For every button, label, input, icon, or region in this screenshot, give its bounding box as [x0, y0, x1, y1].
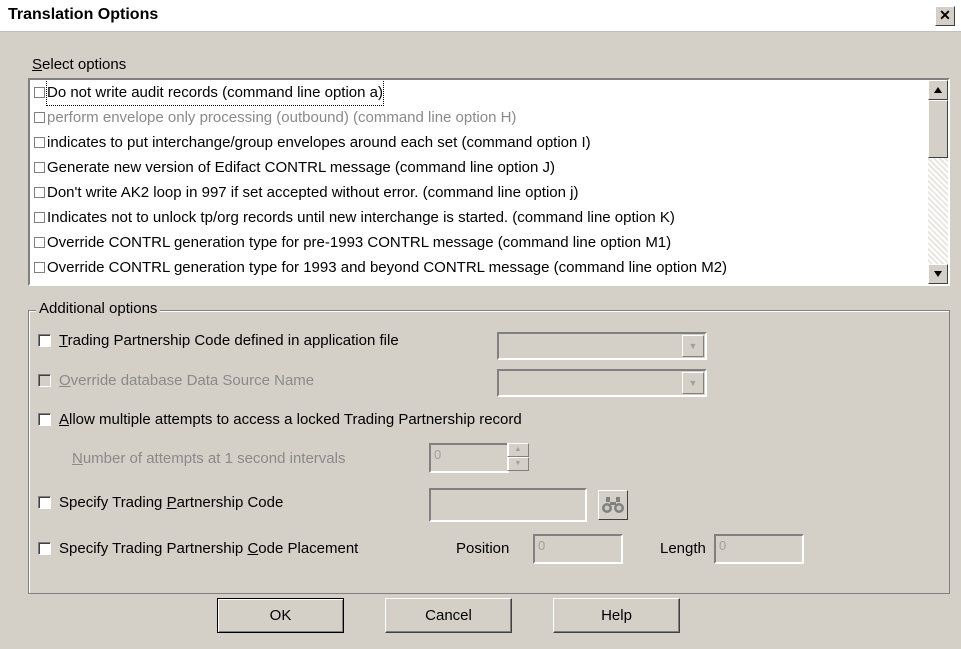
- specify-tp-checkbox[interactable]: Specify Trading Partnership Code: [38, 494, 283, 511]
- override-dsn-combo[interactable]: ▼: [497, 369, 707, 397]
- chevron-down-icon[interactable]: ▼: [682, 372, 704, 394]
- checkbox-box[interactable]: [38, 413, 51, 426]
- list-item[interactable]: perform envelope only processing (outbou…: [30, 105, 928, 130]
- select-options-label: Select options: [32, 56, 127, 73]
- help-button[interactable]: Help: [553, 598, 680, 633]
- chevron-down-icon[interactable]: ▼: [682, 335, 704, 357]
- list-item[interactable]: Do not write audit records (command line…: [30, 80, 928, 106]
- checkbox-box[interactable]: [38, 496, 51, 509]
- override-dsn-checkbox[interactable]: Override database Data Source Name: [38, 372, 314, 389]
- list-item-label: Override CONTRL generation type for pre-…: [47, 234, 672, 251]
- length-label: Length: [660, 540, 706, 557]
- list-item-label: Override CONTRL generation type for 1993…: [47, 259, 728, 276]
- attempts-input[interactable]: 0: [429, 443, 509, 473]
- list-item-checkbox[interactable]: [34, 212, 45, 223]
- length-input[interactable]: 0: [714, 534, 804, 564]
- list-item-label: Generate new version of Edifact CONTRL m…: [47, 159, 556, 176]
- checkbox-box[interactable]: [38, 374, 51, 387]
- scroll-up-arrow-icon: [934, 87, 942, 93]
- multiple-attempts-checkbox[interactable]: Allow multiple attempts to access a lock…: [38, 411, 522, 428]
- tp-code-app-combo[interactable]: ▼: [497, 332, 707, 360]
- list-item-checkbox[interactable]: [34, 112, 45, 123]
- scroll-down-arrow-icon: [934, 271, 942, 277]
- list-scrollbar[interactable]: [928, 80, 948, 284]
- list-item-label: indicates to put interchange/group envel…: [47, 134, 591, 151]
- placement-checkbox[interactable]: Specify Trading Partnership Code Placeme…: [38, 540, 358, 557]
- position-label: Position: [456, 540, 510, 557]
- scroll-down-button[interactable]: [928, 264, 948, 284]
- list-item-checkbox[interactable]: [34, 262, 45, 273]
- attempts-label: Number of attempts at 1 second intervals: [72, 450, 346, 467]
- list-item-checkbox[interactable]: [34, 137, 45, 148]
- attempts-spinner[interactable]: ▲ ▼: [507, 443, 529, 473]
- browse-button[interactable]: [598, 490, 628, 520]
- list-item-label: perform envelope only processing (outbou…: [47, 109, 517, 126]
- list-item[interactable]: Override CONTRL generation type for pre-…: [30, 230, 928, 255]
- ok-button[interactable]: OK: [217, 598, 344, 633]
- list-item[interactable]: Don't write AK2 loop in 997 if set accep…: [30, 180, 928, 205]
- spin-down-icon[interactable]: ▼: [507, 457, 529, 471]
- spin-up-icon[interactable]: ▲: [507, 443, 529, 457]
- list-item[interactable]: Indicates not to unlock tp/org records u…: [30, 205, 928, 230]
- list-item-label: Indicates not to unlock tp/org records u…: [47, 209, 675, 226]
- list-item[interactable]: Generate new version of Edifact CONTRL m…: [30, 155, 928, 180]
- title-bar: Translation Options ✕: [0, 0, 961, 32]
- list-item[interactable]: Override CONTRL generation type for 1993…: [30, 255, 928, 280]
- list-item-checkbox[interactable]: [34, 187, 45, 198]
- scroll-up-button[interactable]: [928, 80, 948, 100]
- list-item-label: Don't write AK2 loop in 997 if set accep…: [47, 184, 579, 201]
- position-input[interactable]: 0: [533, 534, 623, 564]
- tp-code-input[interactable]: [429, 488, 587, 522]
- binoculars-icon: [602, 497, 624, 513]
- cancel-button[interactable]: Cancel: [385, 598, 512, 633]
- scroll-thumb[interactable]: [928, 100, 948, 158]
- list-item[interactable]: indicates to put interchange/group envel…: [30, 130, 928, 155]
- close-button[interactable]: ✕: [935, 6, 955, 26]
- list-item-label: Do not write audit records (command line…: [46, 80, 384, 106]
- list-item-checkbox[interactable]: [34, 237, 45, 248]
- list-item-checkbox[interactable]: [34, 162, 45, 173]
- list-item-checkbox[interactable]: [34, 87, 45, 98]
- tp-code-app-checkbox[interactable]: Trading Partnership Code defined in appl…: [38, 332, 399, 349]
- additional-options-label: Additional options: [36, 300, 161, 317]
- checkbox-box[interactable]: [38, 334, 51, 347]
- window-title: Translation Options: [8, 6, 159, 23]
- checkbox-box[interactable]: [38, 542, 51, 555]
- select-options-list[interactable]: Do not write audit records (command line…: [28, 78, 950, 286]
